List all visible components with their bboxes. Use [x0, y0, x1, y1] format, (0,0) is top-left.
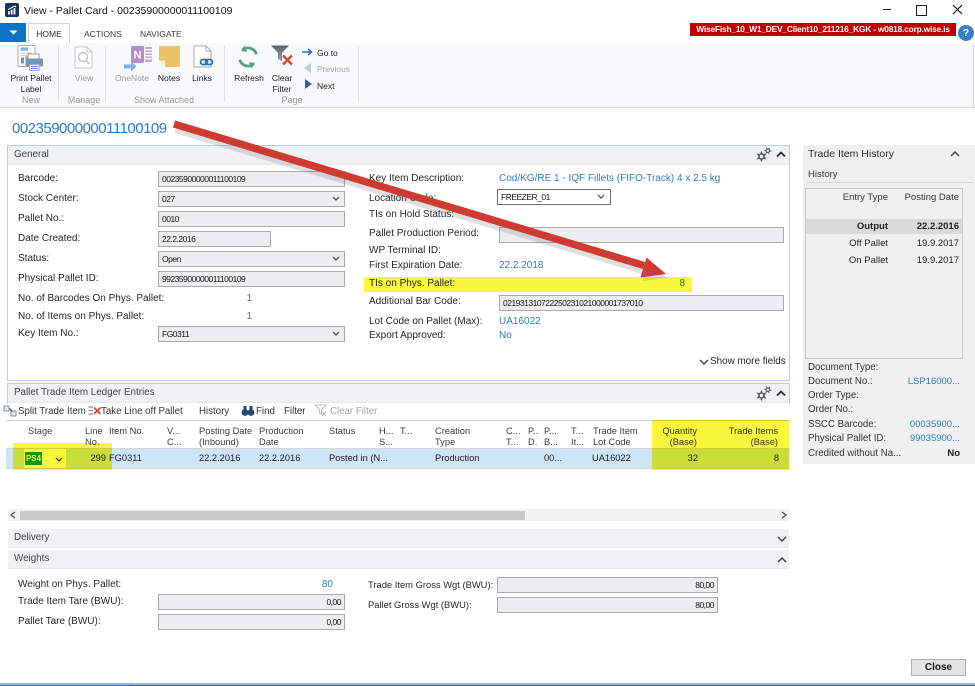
svg-text:N: N [134, 50, 142, 62]
